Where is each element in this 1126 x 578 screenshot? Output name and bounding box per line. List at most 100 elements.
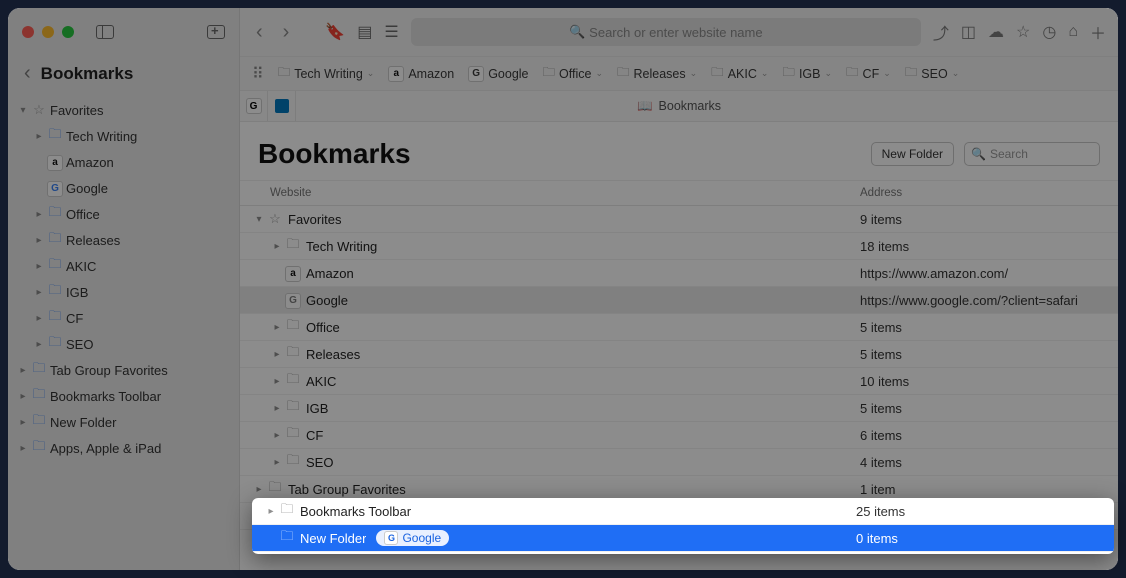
bookmark-icon[interactable]: 🔖: [325, 22, 345, 42]
sidebar-title: Bookmarks: [41, 64, 134, 84]
favbar-item[interactable]: 🗀IGB⌄: [782, 63, 832, 84]
folder-icon: 🗀: [48, 204, 61, 219]
tab-trello[interactable]: [268, 91, 296, 121]
folder-icon: 🗀: [617, 63, 630, 84]
tree-item[interactable]: ▸🗀New Folder: [8, 409, 239, 435]
tree-item[interactable]: ▸🗀Apps, Apple & iPad: [8, 435, 239, 461]
new-folder-button[interactable]: New Folder: [871, 142, 954, 166]
favorites-bar: ⠿ 🗀Tech Writing⌄ aAmazon GGoogle 🗀Office⌄ 🗀R…: [240, 56, 1118, 90]
folder-icon: 🗀: [30, 437, 48, 459]
table-row[interactable]: ▸ 🗀 Releases 5 items: [240, 341, 1118, 368]
tree-item[interactable]: ▸🗀Office: [8, 201, 239, 227]
tree-item[interactable]: ▸🗀CF: [8, 305, 239, 331]
chevron-down-icon: ⌄: [952, 68, 960, 79]
new-tab-group-icon[interactable]: [207, 25, 225, 39]
bookmarks-search[interactable]: 🔍 Search: [964, 142, 1100, 166]
folder-icon: 🗀: [286, 317, 299, 332]
column-website[interactable]: Website: [240, 181, 852, 205]
folder-icon: 🗀: [48, 230, 61, 245]
table-row[interactable]: ▸ 🗀 Tech Writing 18 items: [240, 233, 1118, 260]
tabs-icon[interactable]: ◫: [961, 22, 976, 42]
chevron-down-icon: ⌄: [761, 68, 769, 79]
disclosure-icon[interactable]: ▸: [270, 376, 284, 387]
history-icon[interactable]: ◷: [1042, 22, 1056, 42]
disclosure-icon[interactable]: ▸: [270, 322, 284, 333]
chevron-down-icon: ⌄: [690, 68, 698, 79]
sidebar-toggle-icon[interactable]: [96, 25, 114, 39]
tree-item[interactable]: ▸🗀IGB: [8, 279, 239, 305]
table-row[interactable]: a Amazon https://www.amazon.com/: [240, 260, 1118, 287]
favbar-item[interactable]: 🗀Releases⌄: [617, 63, 697, 84]
disclosure-icon[interactable]: ▸: [270, 403, 284, 414]
table-row[interactable]: ▸ 🗀 Office 5 items: [240, 314, 1118, 341]
tree-item[interactable]: ▸🗀Tab Group Favorites: [8, 357, 239, 383]
drag-drop-indicator: GGoogle: [376, 530, 449, 546]
page-heading: Bookmarks: [258, 138, 861, 170]
favbar-item[interactable]: 🗀CF⌄: [846, 63, 891, 84]
favorites-icon[interactable]: ☆: [1016, 22, 1030, 42]
search-icon: 🔍: [569, 24, 585, 40]
table-row[interactable]: 🗀 New FolderGGoogle 0 items: [252, 525, 1114, 552]
sidebar: ‹ Bookmarks ▾☆Favorites▸🗀Tech WritingaAm…: [8, 8, 240, 570]
google-icon: G: [246, 98, 262, 114]
tree-item[interactable]: ▸🗀Releases: [8, 227, 239, 253]
nav-forward-icon[interactable]: ›: [279, 21, 294, 44]
tree-item[interactable]: ▸🗀Bookmarks Toolbar: [8, 383, 239, 409]
favbar-item[interactable]: aAmazon: [388, 63, 454, 84]
zoom-window-icon[interactable]: [62, 26, 74, 38]
address-bar[interactable]: 🔍 Search or enter website name: [411, 18, 921, 46]
favbar-item[interactable]: 🗀Tech Writing⌄: [278, 63, 375, 84]
main: ‹ › 🔖 ▤ ☰ 🔍 Search or enter website name…: [240, 8, 1118, 570]
table-row[interactable]: ▾ ☆ Favorites 9 items: [240, 206, 1118, 233]
favbar-item[interactable]: 🗀AKIC⌄: [711, 63, 768, 84]
folder-icon: 🗀: [48, 282, 61, 297]
column-address[interactable]: Address: [852, 181, 1118, 205]
reading-list-icon[interactable]: ▤: [357, 22, 372, 42]
tab-google[interactable]: G: [240, 91, 268, 121]
disclosure-icon[interactable]: ▾: [252, 214, 266, 225]
icloud-icon[interactable]: ☁: [988, 22, 1004, 42]
new-tab-icon[interactable]: ＋: [1090, 20, 1106, 44]
share-icon[interactable]: ⤴: [933, 20, 949, 44]
tree-item[interactable]: ▸🗀AKIC: [8, 253, 239, 279]
close-window-icon[interactable]: [22, 26, 34, 38]
table-row[interactable]: ▸ 🗀 SEO 4 items: [240, 449, 1118, 476]
tree-item[interactable]: aAmazon: [8, 149, 239, 175]
table-row[interactable]: ▸ 🗀 AKIC 10 items: [240, 368, 1118, 395]
chevron-down-icon: ⌄: [367, 68, 375, 79]
disclosure-icon[interactable]: ▸: [252, 484, 266, 495]
table-row[interactable]: ▸ 🗀 CF 6 items: [240, 422, 1118, 449]
disclosure-icon[interactable]: ▸: [270, 349, 284, 360]
tree-favorites[interactable]: ▾☆Favorites: [8, 97, 239, 123]
apps-icon[interactable]: ⠿: [252, 64, 264, 84]
home-icon[interactable]: ⌂: [1068, 23, 1078, 41]
folder-icon: 🗀: [286, 425, 299, 440]
tree-item[interactable]: GGoogle: [8, 175, 239, 201]
window-controls[interactable]: [22, 26, 74, 38]
tree-item[interactable]: ▸🗀SEO: [8, 331, 239, 357]
minimize-window-icon[interactable]: [42, 26, 54, 38]
favbar-item[interactable]: 🗀Office⌄: [543, 63, 603, 84]
google-icon: G: [468, 66, 484, 82]
disclosure-icon[interactable]: ▸: [270, 241, 284, 252]
disclosure-icon[interactable]: ▸: [264, 506, 278, 517]
nav-back-icon[interactable]: ‹: [252, 21, 267, 44]
disclosure-icon[interactable]: ▸: [270, 457, 284, 468]
favbar-item[interactable]: 🗀SEO⌄: [905, 63, 959, 84]
folder-icon: 🗀: [278, 63, 291, 84]
tab-bar: G 📖 Bookmarks: [240, 90, 1118, 122]
table-row[interactable]: ▸ 🗀 IGB 5 items: [240, 395, 1118, 422]
search-icon: 🔍: [971, 147, 986, 161]
folder-icon: 🗀: [286, 371, 299, 386]
favbar-item[interactable]: GGoogle: [468, 63, 528, 84]
chevron-down-icon: ⌄: [883, 68, 891, 79]
folder-icon: 🗀: [286, 344, 299, 359]
table-row[interactable]: ▸ 🗀 Bookmarks Toolbar 25 items: [252, 498, 1114, 525]
address-placeholder: Search or enter website name: [589, 25, 762, 40]
back-icon[interactable]: ‹: [24, 62, 31, 85]
disclosure-icon[interactable]: ▸: [270, 430, 284, 441]
tree-item[interactable]: ▸🗀Tech Writing: [8, 123, 239, 149]
table-row[interactable]: G Google https://www.google.com/?client=…: [240, 287, 1118, 314]
tab-overview-icon[interactable]: ☰: [384, 22, 398, 42]
folder-icon: 🗀: [48, 126, 61, 141]
